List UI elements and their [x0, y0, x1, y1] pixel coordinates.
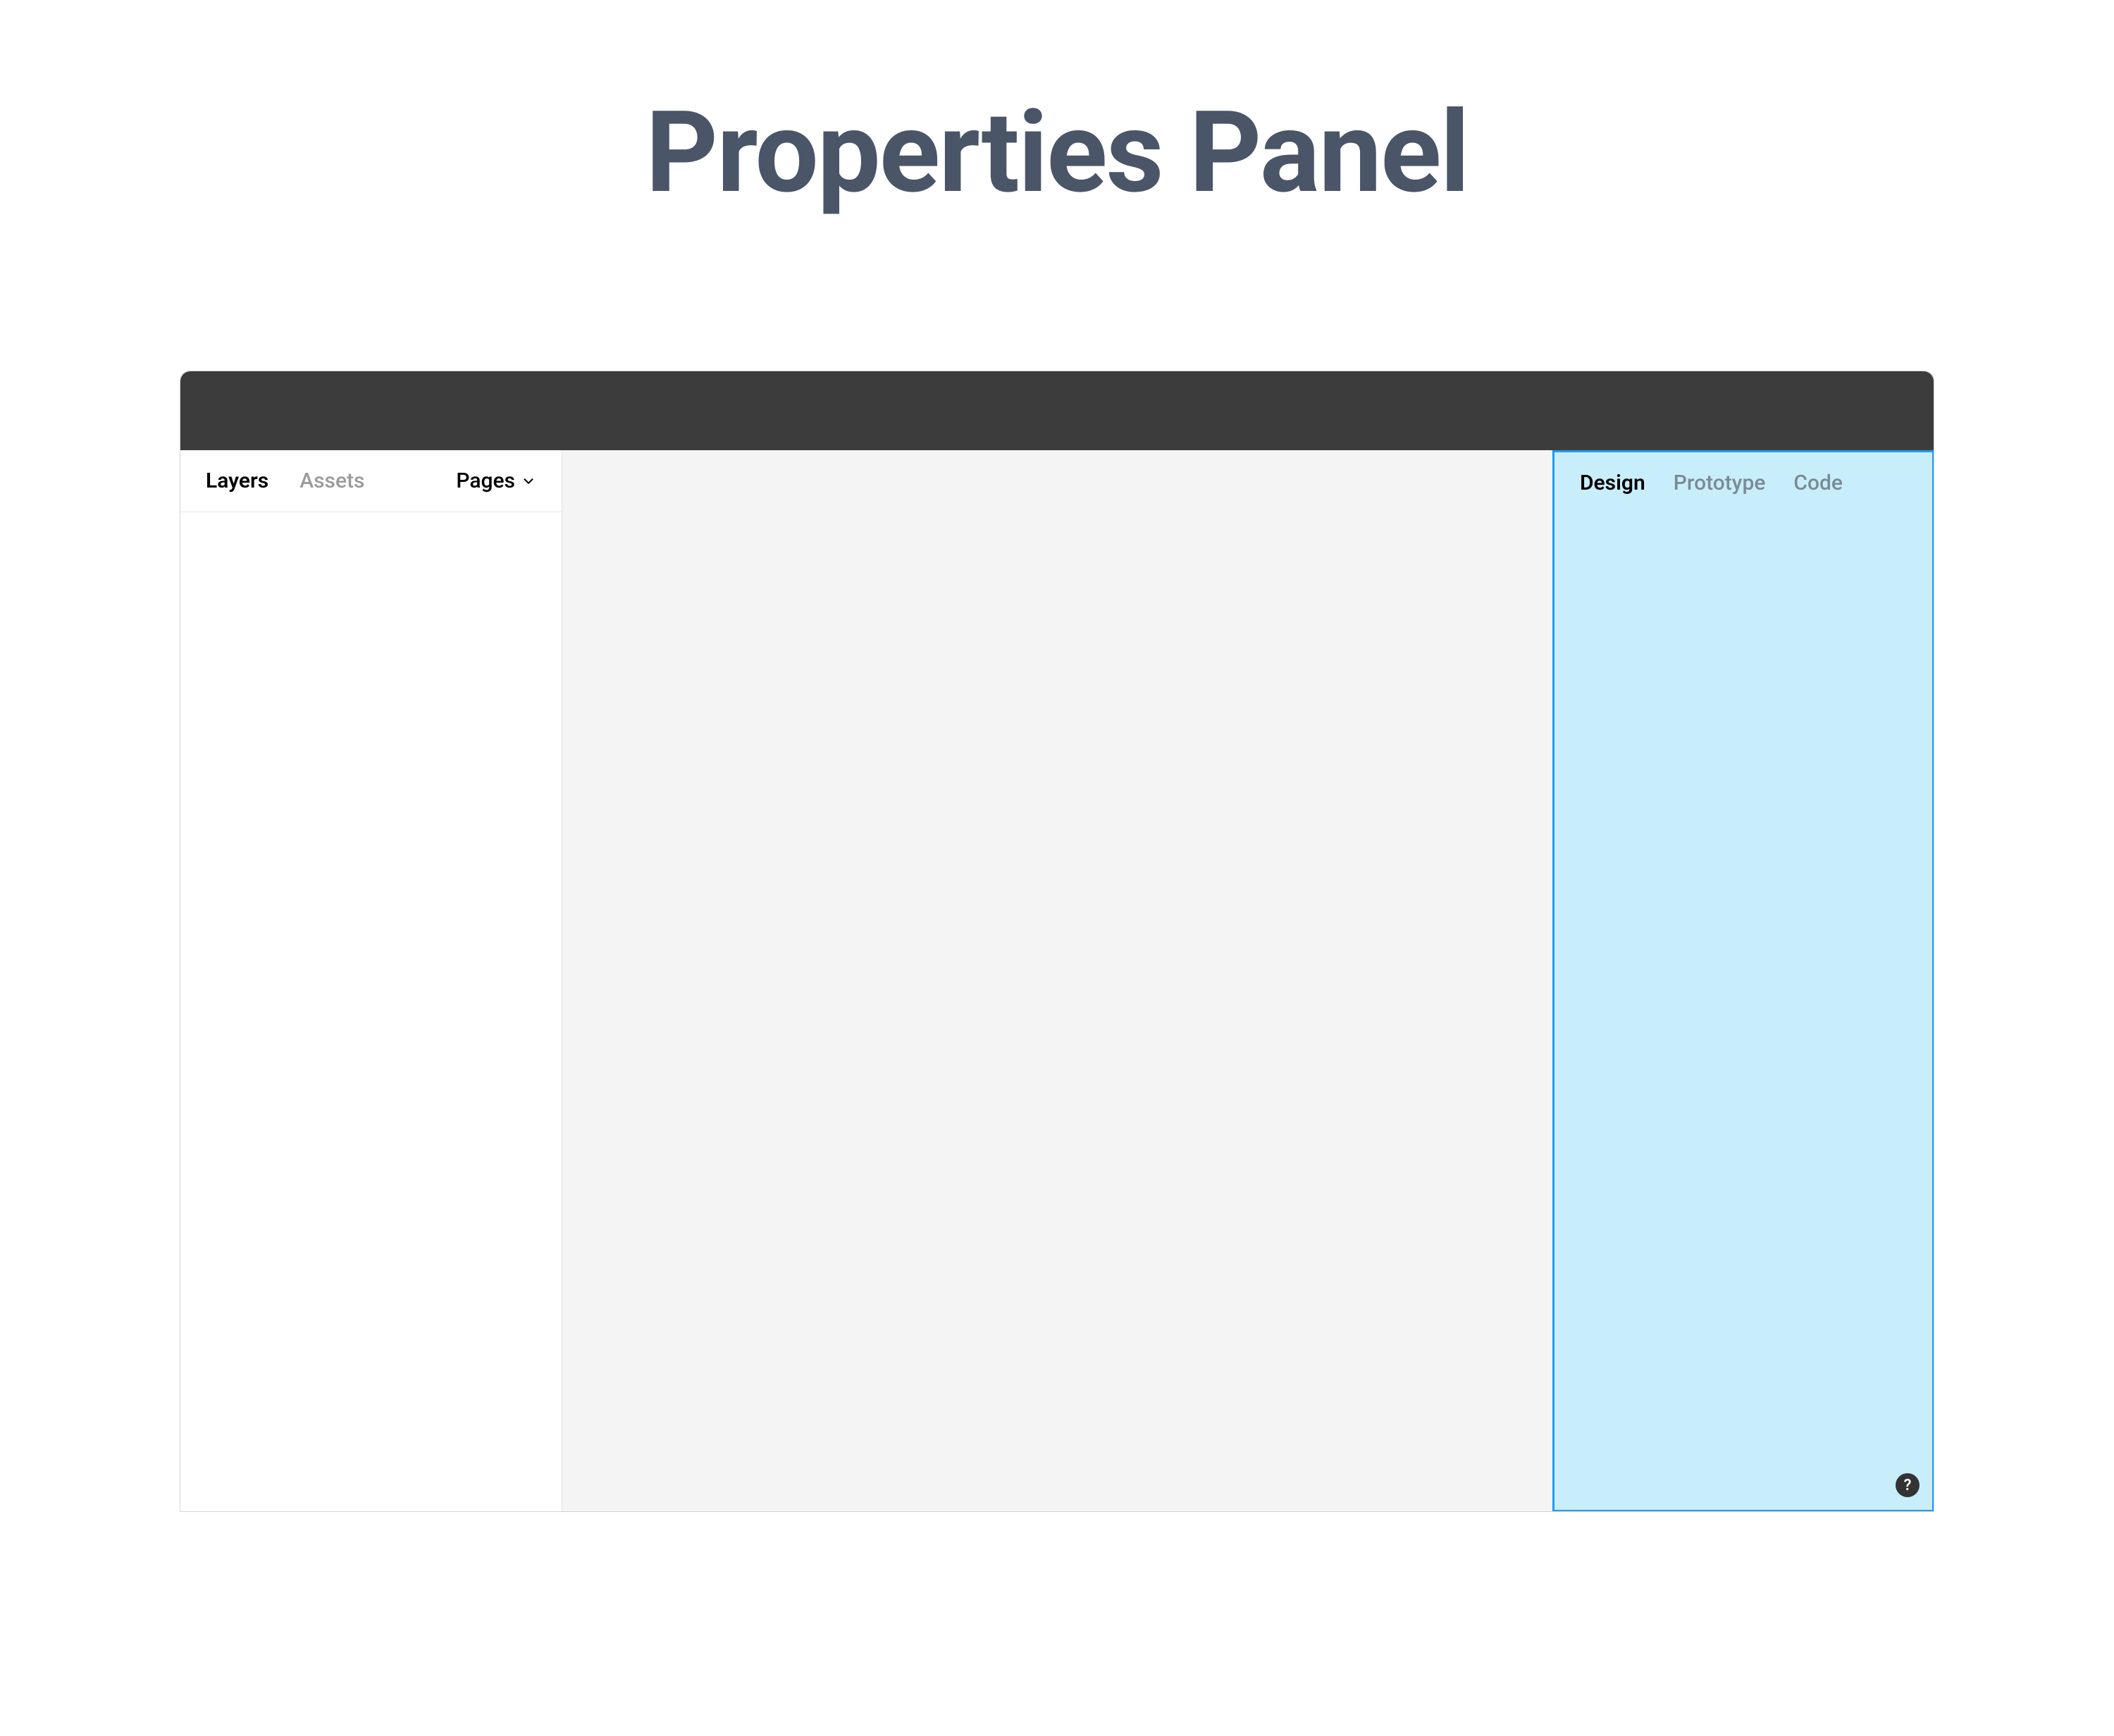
properties-panel-body: [1554, 513, 1932, 1510]
app-window: Layers Assets Pages: [180, 371, 1934, 1512]
canvas[interactable]: [562, 450, 1552, 1511]
pages-dropdown[interactable]: Pages: [456, 469, 536, 493]
tab-prototype[interactable]: Prototype: [1674, 471, 1766, 495]
right-panel-tab-bar: Design Prototype Code: [1554, 452, 1932, 513]
left-panel-tab-bar: Layers Assets Pages: [180, 450, 562, 512]
window-title-bar: [180, 371, 1934, 450]
help-button[interactable]: ?: [1896, 1473, 1920, 1497]
layers-panel: Layers Assets Pages: [180, 450, 562, 1511]
pages-dropdown-label: Pages: [456, 469, 515, 493]
tab-design[interactable]: Design: [1580, 471, 1645, 495]
page-wrapper: Properties Panel Layers Assets Pages: [0, 0, 2114, 1736]
properties-panel: Design Prototype Code ?: [1552, 450, 1934, 1512]
tab-assets[interactable]: Assets: [299, 469, 364, 493]
help-icon: ?: [1904, 1477, 1912, 1494]
page-title: Properties Panel: [645, 92, 1469, 216]
chevron-down-icon: [521, 473, 536, 489]
main-area: Layers Assets Pages: [180, 450, 1934, 1511]
layers-panel-body: [180, 512, 562, 1511]
tab-code[interactable]: Code: [1793, 471, 1843, 495]
tab-layers[interactable]: Layers: [206, 469, 268, 493]
